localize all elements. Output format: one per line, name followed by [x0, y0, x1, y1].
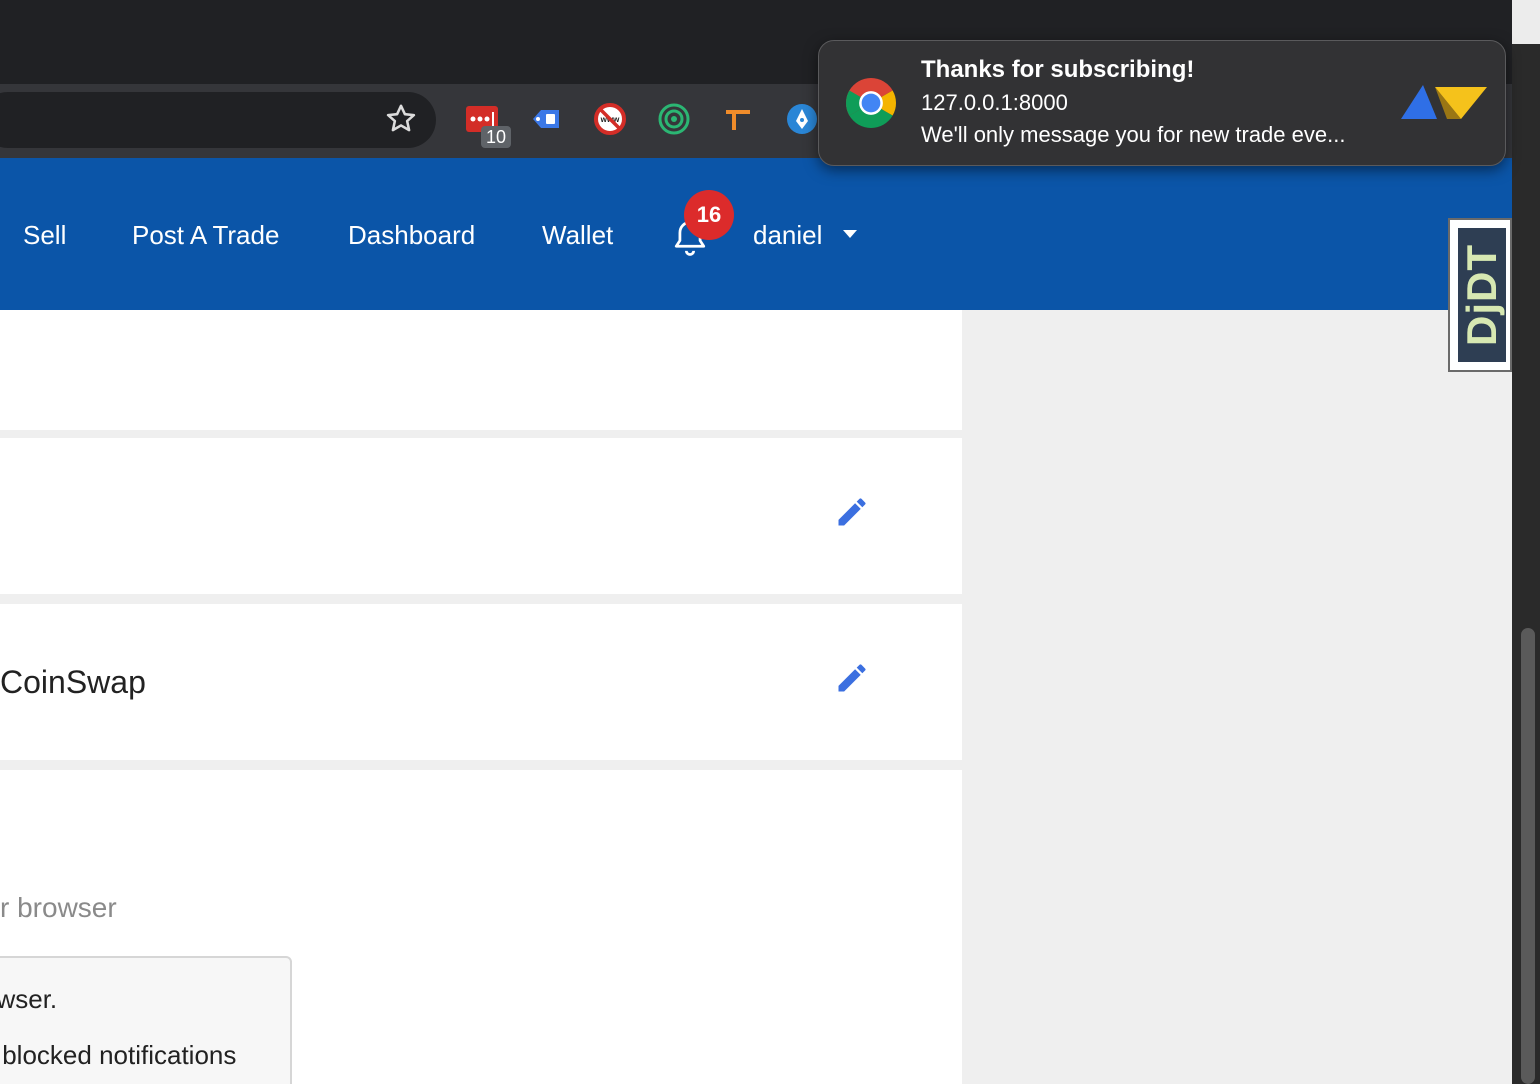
window-edge — [1512, 0, 1540, 44]
block-site-extension-icon[interactable]: www — [592, 101, 628, 137]
card-title: CoinSwap — [0, 664, 146, 700]
edit-pencil-icon[interactable] — [834, 660, 870, 696]
navbar: Sell Post A Trade Dashboard Wallet 16 da… — [0, 158, 1512, 310]
card-top — [0, 310, 962, 430]
user-menu[interactable]: daniel — [753, 220, 822, 250]
nav-post-a-trade[interactable]: Post A Trade — [132, 220, 279, 250]
card-3: CoinSwap — [0, 604, 962, 760]
nav-dashboard[interactable]: Dashboard — [348, 220, 475, 250]
target-extension-icon[interactable] — [656, 101, 692, 137]
pen-extension-icon[interactable] — [784, 101, 820, 137]
notification-origin: 127.0.0.1:8000 — [921, 90, 1068, 115]
card-2 — [0, 438, 962, 594]
debug-toolbar-label: DjDT — [1458, 244, 1505, 346]
address-bar[interactable] — [0, 92, 436, 148]
info-box: owser. y blocked notifications — [0, 956, 292, 1084]
nav-sell[interactable]: Sell — [23, 220, 66, 250]
debug-toolbar-handle[interactable]: DjDT — [1448, 218, 1512, 372]
notification-body: We'll only message you for new trade eve… — [921, 122, 1346, 147]
page-content: Sell Post A Trade Dashboard Wallet 16 da… — [0, 158, 1512, 1084]
nav-wallet[interactable]: Wallet — [542, 220, 613, 250]
info-line: owser. — [0, 984, 58, 1014]
notification-count-badge: 16 — [684, 190, 734, 240]
chrome-logo-icon — [846, 78, 896, 128]
scrollbar-thumb[interactable] — [1521, 628, 1535, 1084]
measure-extension-icon[interactable] — [720, 101, 756, 137]
edit-pencil-icon[interactable] — [834, 494, 870, 530]
info-line: y blocked notifications — [0, 1040, 237, 1070]
desktop-notification[interactable]: Thanks for subscribing! 127.0.0.1:8000 W… — [818, 40, 1506, 166]
extension-badge: 10 — [481, 126, 511, 148]
chevron-down-icon[interactable] — [843, 230, 857, 238]
notification-title: Thanks for subscribing! — [921, 56, 1195, 83]
app-logo-icon — [1401, 85, 1487, 119]
tag-extension-icon[interactable] — [528, 101, 564, 137]
browser-note: r browser — [0, 892, 117, 923]
bookmark-star-icon[interactable] — [383, 101, 419, 137]
